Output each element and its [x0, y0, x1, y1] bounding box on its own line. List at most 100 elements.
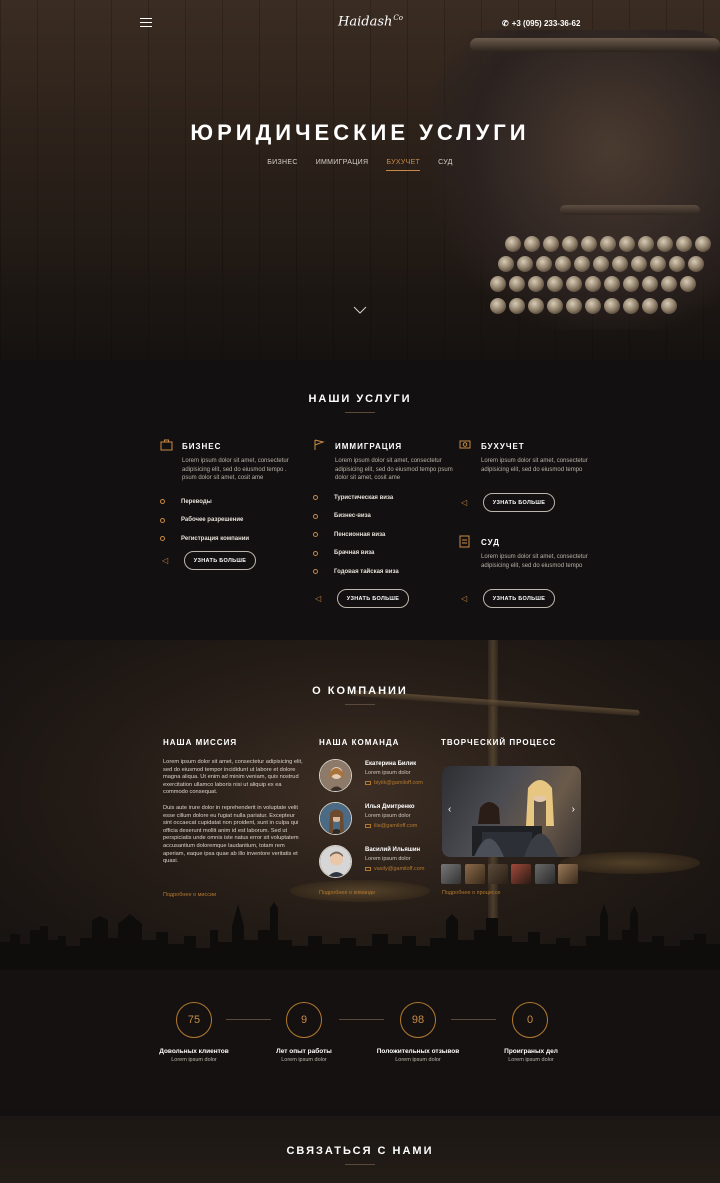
scales-pan-right-image — [560, 852, 700, 874]
city-skyline-image — [0, 902, 720, 980]
process-thumbnail[interactable] — [441, 864, 461, 884]
list-item[interactable]: Пенсионная виза — [313, 526, 453, 545]
mission-paragraph-1: Lorem ipsum dolor sit amet, consectetur … — [163, 759, 303, 796]
typewriter-nameplate — [560, 205, 700, 215]
list-item[interactable]: Бизнес-виза — [313, 507, 453, 526]
list-item[interactable]: Туристическая виза — [313, 489, 453, 508]
service-immigration-list: Туристическая виза Бизнес-виза Пенсионна… — [313, 489, 453, 582]
court-more-button[interactable]: УЗНАТЬ БОЛЬШЕ — [483, 589, 555, 608]
typewriter-key-image — [669, 256, 685, 272]
accounting-more-button[interactable]: УЗНАТЬ БОЛЬШЕ — [483, 493, 555, 512]
document-icon — [459, 535, 473, 549]
avatar[interactable] — [319, 802, 352, 835]
slider-prev-icon[interactable]: ‹ — [448, 804, 451, 815]
member-role: Lorem ipsum dolor — [365, 856, 411, 862]
typewriter-key-image — [543, 236, 559, 252]
mission-more-link[interactable]: Подробнее о миссии — [163, 892, 216, 898]
typewriter-key-image — [505, 236, 521, 252]
bullet-icon — [160, 536, 165, 542]
stat-lost-sub: Lorem ipsum dolor — [508, 1057, 554, 1063]
service-business-title: БИЗНЕС — [182, 441, 222, 451]
stats-section — [0, 970, 720, 1110]
typewriter-key-image — [604, 276, 620, 292]
stat-reviews-label: Положительных отзывов — [376, 1048, 460, 1055]
avatar[interactable] — [319, 759, 352, 792]
typewriter-key-image — [585, 298, 601, 314]
typewriter-key-image — [638, 236, 654, 252]
process-more-link[interactable]: Подробнее о процессе — [442, 890, 500, 896]
stat-clients-label: Довольных клиентов — [159, 1048, 229, 1055]
stat-divider — [451, 1019, 496, 1020]
typewriter-key-image — [562, 236, 578, 252]
typewriter-key-image — [657, 236, 673, 252]
phone-icon: ✆ — [502, 19, 509, 28]
bullet-icon — [313, 495, 318, 501]
typewriter-key-image — [688, 256, 704, 272]
services-title: НАШИ УСЛУГИ — [308, 393, 412, 405]
service-court-desc: Lorem ipsum dolor sit amet, consectetur … — [481, 554, 588, 569]
list-item[interactable]: Рабочее разрешение — [160, 511, 300, 530]
hero-nav-immigration[interactable]: ИММИГРАЦИЯ — [316, 159, 369, 171]
about-title: О КОМПАНИИ — [312, 685, 408, 697]
typewriter-key-image — [528, 298, 544, 314]
service-immigration-desc: Lorem ipsum dolor sit amet, consectetur … — [335, 458, 453, 481]
typewriter-key-image — [695, 236, 711, 252]
mission-paragraph-2: Duis aute irure dolor in reprehenderit i… — [163, 804, 299, 865]
process-thumbnail[interactable] — [558, 864, 578, 884]
service-court-more: ◁ УЗНАТЬ БОЛЬШЕ — [461, 589, 555, 608]
scroll-down-chevron-icon[interactable] — [353, 306, 367, 314]
logo[interactable]: HaidashCo — [338, 14, 403, 29]
member-email[interactable]: vasily@gamiloff.com — [365, 866, 424, 872]
process-thumbnail[interactable] — [535, 864, 555, 884]
team-more-link[interactable]: Подробнее о команде — [319, 890, 375, 896]
stat-reviews-sub: Lorem ipsum dolor — [395, 1057, 441, 1063]
service-court: СУД Lorem ipsum dolor sit amet, consecte… — [459, 535, 599, 570]
typewriter-key-image — [547, 276, 563, 292]
typewriter-key-image — [509, 276, 525, 292]
hamburger-menu-icon[interactable] — [140, 18, 152, 28]
process-title: ТВОРЧЕСКИЙ ПРОЦЕСС — [441, 738, 557, 747]
list-item[interactable]: Регистрация компании — [160, 530, 300, 549]
hero-nav-business[interactable]: БИЗНЕС — [267, 159, 297, 171]
phone-number[interactable]: ✆ +3 (095) 233-36-62 — [502, 19, 580, 28]
typewriter-key-image — [623, 298, 639, 314]
process-thumbnail[interactable] — [488, 864, 508, 884]
typewriter-key-image — [661, 298, 677, 314]
typewriter-key-image — [536, 256, 552, 272]
list-item[interactable]: Брачная виза — [313, 544, 453, 563]
megaphone-icon: ◁ — [461, 498, 468, 507]
avatar[interactable] — [319, 845, 352, 878]
typewriter-key-image — [623, 276, 639, 292]
typewriter-key-image — [574, 256, 590, 272]
process-thumbnail[interactable] — [465, 864, 485, 884]
member-email[interactable]: ilia@gamiloff.com — [365, 823, 417, 829]
immigration-more-button[interactable]: УЗНАТЬ БОЛЬШЕ — [337, 589, 409, 608]
process-thumbnail[interactable] — [511, 864, 531, 884]
services-divider — [345, 412, 375, 413]
list-item[interactable]: Переводы — [160, 493, 300, 512]
slider-next-icon[interactable]: › — [572, 804, 575, 815]
bullet-icon — [160, 499, 165, 505]
list-item[interactable]: Годовая тайская виза — [313, 563, 453, 582]
member-email-text: biyiik@gamiloff.com — [374, 780, 423, 786]
member-name: Илья Дмитренко — [365, 804, 415, 810]
process-photo — [472, 780, 558, 857]
megaphone-icon: ◁ — [162, 556, 169, 565]
typewriter-key-image — [680, 276, 696, 292]
typewriter-key-image — [593, 256, 609, 272]
hero-nav-accounting[interactable]: БУХУЧЕТ — [386, 159, 421, 171]
typewriter-key-image — [619, 236, 635, 252]
hero-nav-court[interactable]: СУД — [438, 159, 453, 171]
service-court-title: СУД — [481, 537, 500, 547]
member-email[interactable]: biyiik@gamiloff.com — [365, 780, 423, 786]
service-accounting-desc: Lorem ipsum dolor sit amet, consectetur … — [481, 458, 588, 473]
process-slider[interactable]: ‹ › — [442, 766, 581, 857]
business-more-button[interactable]: УЗНАТЬ БОЛЬШЕ — [184, 551, 256, 570]
stat-years-value: 9 — [286, 1002, 322, 1038]
typewriter-key-image — [528, 276, 544, 292]
team-member: Василий Ильяшин Lorem ipsum dolor vasily… — [319, 845, 429, 881]
hero-nav: БИЗНЕС ИММИГРАЦИЯ БУХУЧЕТ СУД — [0, 159, 720, 171]
typewriter-carriage — [470, 38, 720, 52]
phone-text: +3 (095) 233-36-62 — [511, 19, 581, 28]
stat-years-label: Лет опыт работы — [276, 1048, 332, 1055]
